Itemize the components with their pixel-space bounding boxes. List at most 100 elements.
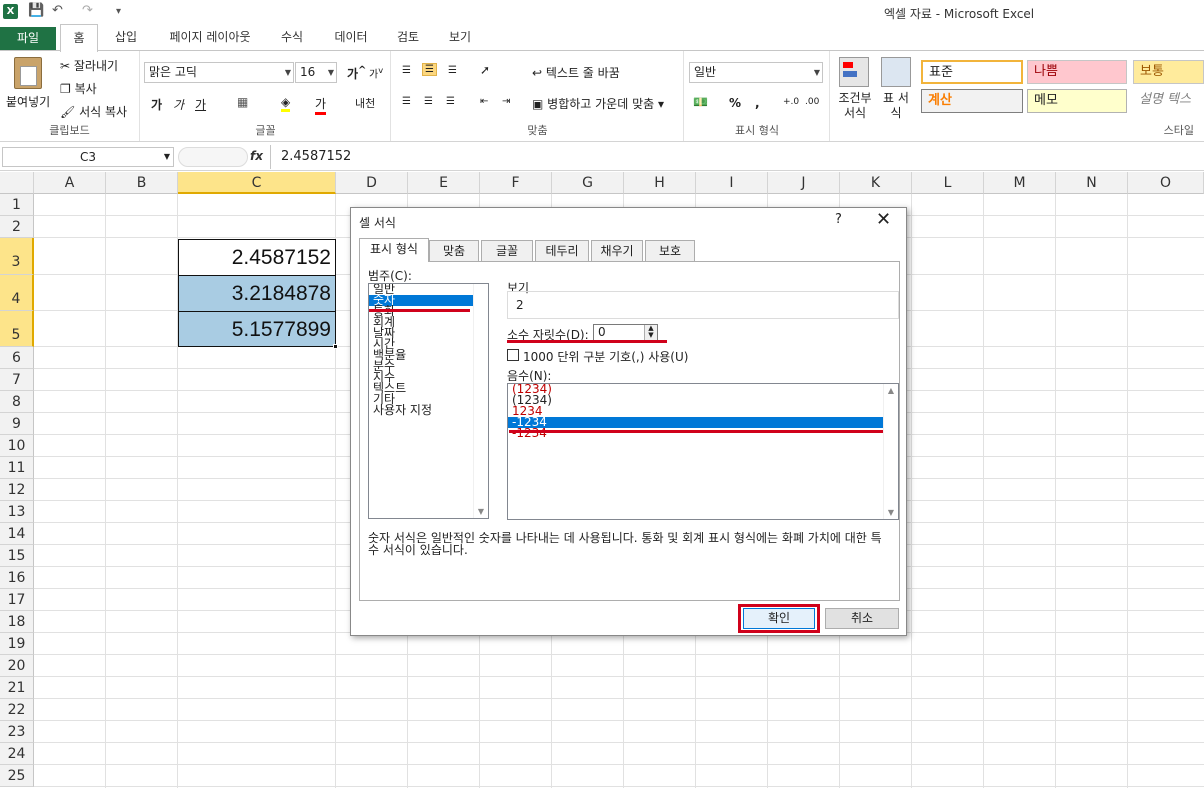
row-header-5[interactable]: 5 (0, 311, 34, 347)
row-header-9[interactable]: 9 (0, 413, 34, 435)
close-icon[interactable]: ✕ (876, 209, 891, 230)
tab-border[interactable]: 테두리 (535, 240, 589, 262)
negative-format-item[interactable]: 1234 (508, 405, 898, 417)
indent-decrease-icon[interactable]: ⇤ (480, 96, 488, 107)
column-header-l[interactable]: L (912, 172, 984, 194)
align-right-icon[interactable]: ☰ (446, 96, 455, 107)
formula-bar-resize-handle[interactable] (178, 147, 248, 167)
cut-button[interactable]: ✂ 잘라내기 (60, 57, 118, 74)
style-note[interactable]: 메모 (1027, 89, 1127, 113)
phonetic-icon[interactable]: 내천 (355, 95, 375, 111)
row-header-18[interactable]: 18 (0, 611, 34, 633)
tab-review[interactable]: 검토 (388, 24, 428, 51)
accounting-format-icon[interactable]: 💵 (693, 95, 708, 109)
bold-button[interactable]: 가 (151, 96, 162, 113)
number-format-select[interactable]: 일반 ▼ (689, 62, 823, 83)
fill-color-icon[interactable]: ◈ (281, 95, 291, 112)
shrink-font-icon[interactable]: 가v (369, 65, 383, 80)
tab-data[interactable]: 데이터 (326, 24, 376, 51)
column-header-m[interactable]: M (984, 172, 1056, 194)
paste-button[interactable]: 붙여넣기 (6, 93, 50, 110)
column-header-o[interactable]: O (1128, 172, 1204, 194)
format-as-table-icon[interactable] (881, 57, 911, 87)
column-header-i[interactable]: I (696, 172, 768, 194)
row-header-3[interactable]: 3 (0, 238, 34, 275)
negative-format-item[interactable]: (1234) (508, 394, 898, 406)
row-header-10[interactable]: 10 (0, 435, 34, 457)
category-item[interactable]: 사용자 지정 (369, 404, 488, 416)
redo-icon[interactable]: ↷ (82, 3, 93, 18)
column-header-c[interactable]: C (178, 172, 336, 194)
column-header-d[interactable]: D (336, 172, 408, 194)
style-bad[interactable]: 나쁨 (1027, 60, 1127, 84)
border-icon[interactable]: ▦ (237, 95, 248, 109)
cell-c3[interactable]: 2.4587152 (178, 239, 336, 275)
conditional-format-button[interactable]: 조건부 서식 (835, 91, 875, 121)
select-all-corner[interactable] (0, 172, 34, 194)
column-header-n[interactable]: N (1056, 172, 1128, 194)
row-header-7[interactable]: 7 (0, 369, 34, 391)
fill-handle[interactable] (333, 344, 338, 349)
ok-button[interactable]: 확인 (743, 608, 815, 629)
column-header-k[interactable]: K (840, 172, 912, 194)
font-name-select[interactable]: 맑은 고딕 ▼ (144, 62, 294, 83)
category-scrollbar[interactable]: ▼ (473, 284, 488, 518)
tab-insert[interactable]: 삽입 (108, 24, 144, 51)
decrease-decimal-icon[interactable]: .00 (805, 97, 819, 107)
help-icon[interactable]: ? (835, 212, 842, 227)
tab-file[interactable]: 파일 (0, 27, 56, 51)
category-list[interactable]: 일반 숫자 통화 회계 날짜 시간 백분율 분수 지수 텍스트 기타 사용자 지… (368, 283, 489, 519)
align-top-icon[interactable]: ☰ (402, 65, 411, 76)
column-header-e[interactable]: E (408, 172, 480, 194)
style-neutral[interactable]: 보통 (1133, 60, 1204, 84)
align-bottom-icon[interactable]: ☰ (448, 65, 457, 76)
wrap-text-button[interactable]: ↩ 텍스트 줄 바꿈 (532, 64, 620, 81)
row-header-22[interactable]: 22 (0, 699, 34, 721)
align-center-icon[interactable]: ☰ (424, 96, 433, 107)
row-header-19[interactable]: 19 (0, 633, 34, 655)
name-box[interactable]: C3 ▼ (2, 147, 174, 167)
save-icon[interactable]: 💾 (28, 3, 44, 18)
negative-format-item[interactable]: (1234) (508, 384, 898, 395)
format-as-table-button[interactable]: 표 서식 (879, 91, 913, 121)
grow-font-icon[interactable]: 가^ (347, 65, 366, 82)
formula-input[interactable]: 2.4587152 (270, 145, 1204, 169)
conditional-format-icon[interactable] (839, 57, 869, 87)
row-header-1[interactable]: 1 (0, 194, 34, 216)
row-header-25[interactable]: 25 (0, 765, 34, 787)
percent-button[interactable]: % (729, 96, 741, 110)
row-header-20[interactable]: 20 (0, 655, 34, 677)
tab-protection[interactable]: 보호 (645, 240, 695, 262)
copy-button[interactable]: ❐ 복사 (60, 80, 97, 97)
merge-center-button[interactable]: ▣ 병합하고 가운데 맞춤 ▾ (532, 95, 664, 112)
row-header-12[interactable]: 12 (0, 479, 34, 501)
tab-alignment[interactable]: 맞춤 (429, 240, 479, 262)
negative-list-scrollbar[interactable]: ▲ ▼ (883, 384, 898, 519)
negative-format-item-selected[interactable]: -1234 (508, 416, 898, 428)
row-header-15[interactable]: 15 (0, 545, 34, 567)
decimal-places-spinner[interactable]: 0 ▲ ▼ (593, 324, 658, 341)
row-header-13[interactable]: 13 (0, 501, 34, 523)
row-header-24[interactable]: 24 (0, 743, 34, 765)
underline-button[interactable]: 가 (195, 96, 206, 113)
row-header-21[interactable]: 21 (0, 677, 34, 699)
indent-increase-icon[interactable]: ⇥ (502, 96, 510, 107)
font-size-select[interactable]: 16 ▼ (295, 62, 337, 83)
cell-c5[interactable]: 5.1577899 (178, 311, 336, 347)
cell-c4[interactable]: 3.2184878 (178, 275, 336, 311)
tab-formulas[interactable]: 수식 (272, 24, 312, 51)
tab-page-layout[interactable]: 페이지 레이아웃 (160, 24, 260, 51)
increase-decimal-icon[interactable]: +.0 (783, 97, 799, 107)
column-header-a[interactable]: A (34, 172, 106, 194)
font-color-icon[interactable]: 가 (315, 95, 327, 115)
format-painter-button[interactable]: 🖌 서식 복사 (60, 103, 127, 120)
align-middle-icon[interactable]: ☰ (422, 63, 437, 76)
row-header-6[interactable]: 6 (0, 347, 34, 369)
quick-access-menu-icon[interactable]: ▾ (116, 6, 121, 17)
style-calculation[interactable]: 계산 (921, 89, 1023, 113)
column-header-f[interactable]: F (480, 172, 552, 194)
row-header-4[interactable]: 4 (0, 275, 34, 311)
tab-fill[interactable]: 채우기 (591, 240, 643, 262)
column-header-h[interactable]: H (624, 172, 696, 194)
thousands-separator-checkbox[interactable] (507, 349, 519, 361)
